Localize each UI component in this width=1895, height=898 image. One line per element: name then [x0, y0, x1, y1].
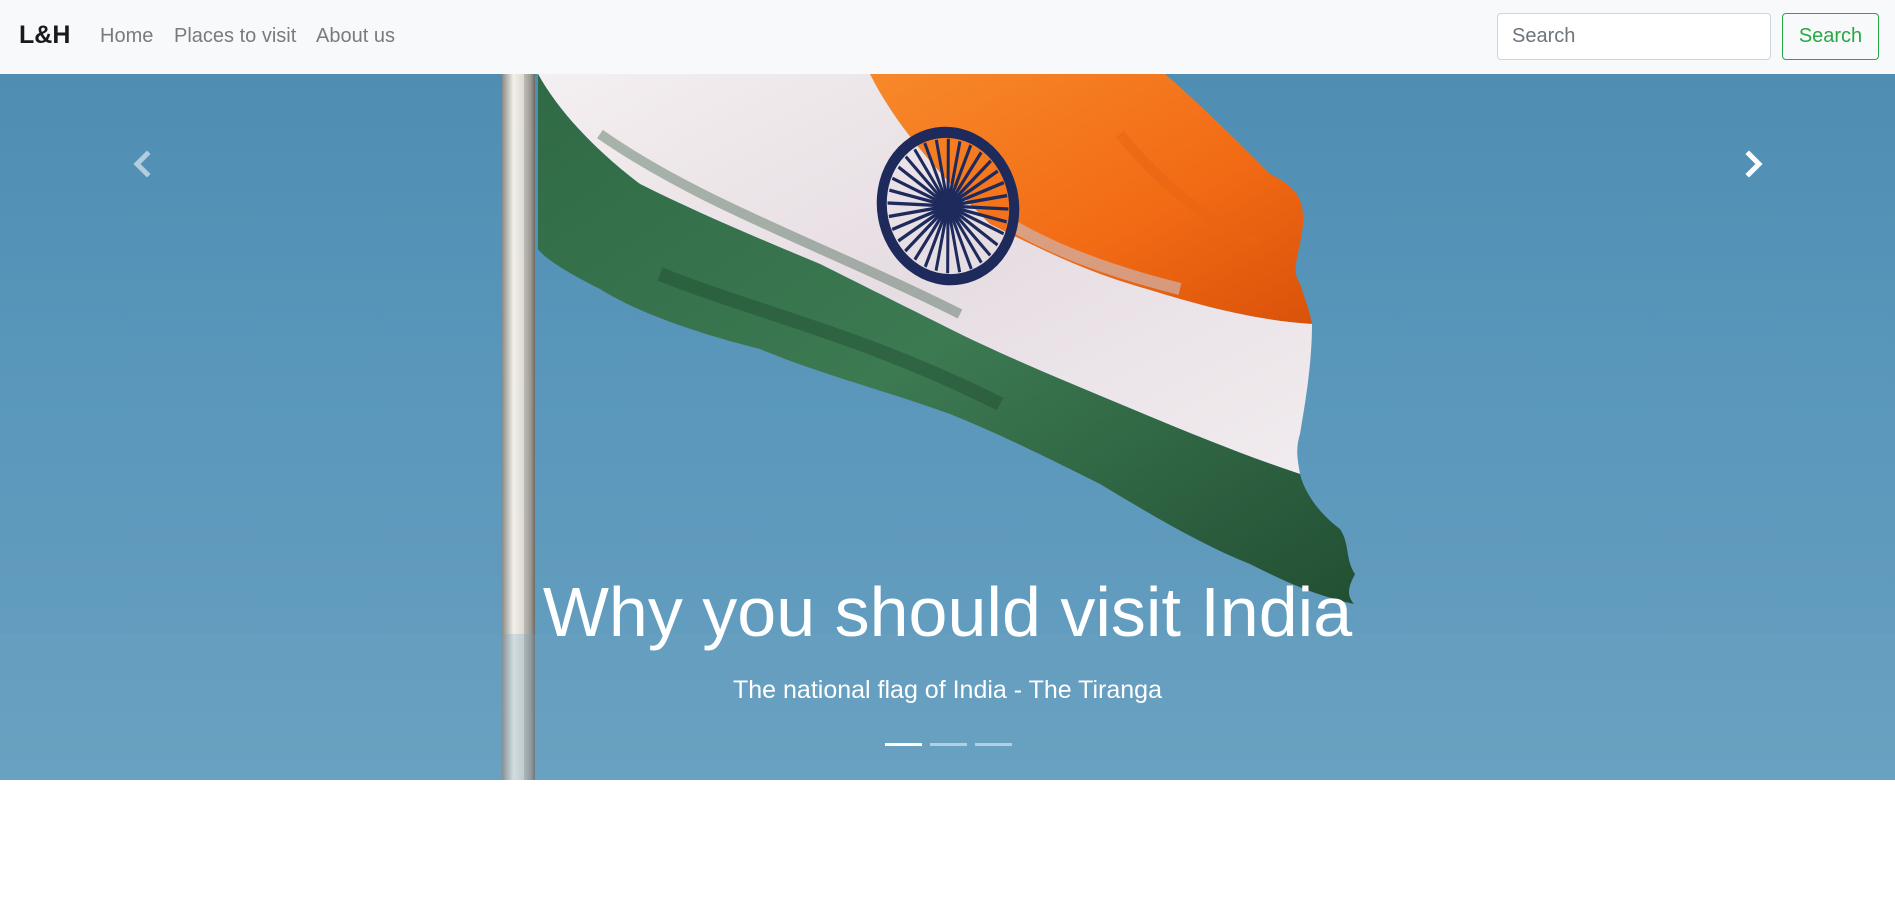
nav-link-home[interactable]: Home	[100, 25, 153, 48]
chevron-left-icon	[133, 150, 151, 178]
search-button[interactable]: Search	[1782, 13, 1879, 60]
nav-link-places-to-visit[interactable]: Places to visit	[174, 25, 296, 48]
hero-carousel: Why you should visit India The national …	[0, 74, 1895, 780]
slide-image-indian-flag	[0, 74, 1895, 780]
search-input[interactable]	[1497, 13, 1771, 60]
brand-logo[interactable]: L&H	[19, 21, 70, 50]
nav-link-about-us[interactable]: About us	[316, 25, 395, 48]
carousel-indicator-3[interactable]	[975, 743, 1012, 746]
carousel-prev-button[interactable]	[112, 134, 172, 194]
carousel-next-button[interactable]	[1724, 134, 1784, 194]
carousel-indicator-1[interactable]	[885, 743, 922, 746]
carousel-indicator-2[interactable]	[930, 743, 967, 746]
chevron-right-icon	[1745, 150, 1763, 178]
slide-subtitle: The national flag of India - The Tiranga	[733, 676, 1162, 704]
navbar: L&H Home Places to visit About us Search	[0, 0, 1895, 74]
slide-title: Why you should visit India	[542, 573, 1353, 651]
